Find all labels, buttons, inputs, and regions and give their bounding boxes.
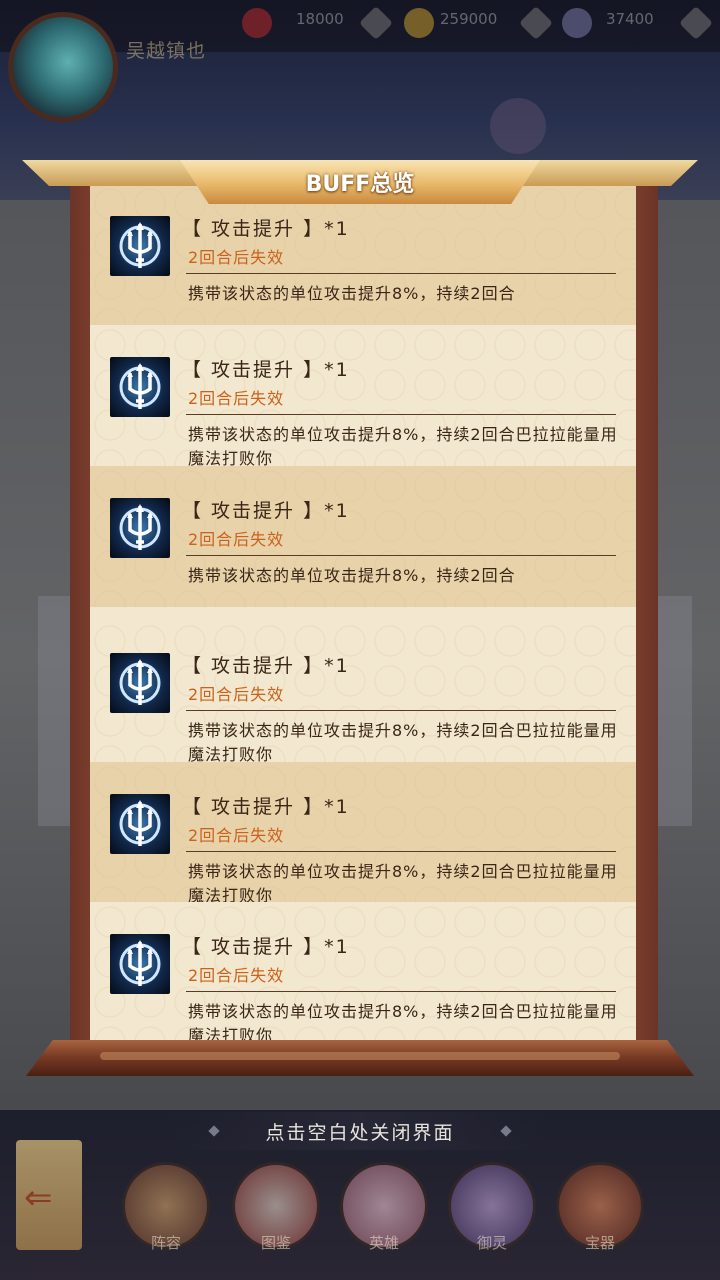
stamina-value: 18000 [296,10,344,28]
panel-title: BUFF总览 [305,172,415,197]
player-avatar[interactable] [8,12,118,122]
buff-description: 携带该状态的单位攻击提升8%，持续2回合巴拉拉能量用魔法打败你 [188,1002,618,1040]
gold-value: 259000 [440,10,498,28]
scroll-bottom-highlight [100,1052,620,1060]
buff-description: 携带该状态的单位攻击提升8%，持续2回合巴拉拉能量用魔法打败你 [188,425,618,468]
buff-duration: 2回合后失效 [188,685,285,704]
buff-name: 【 攻击提升 】*1 [182,655,350,677]
buff-name: 【 攻击提升 】*1 [182,218,350,240]
divider [186,414,616,415]
divider [186,555,616,556]
divider [186,991,616,992]
divider [186,273,616,274]
gem-value: 37400 [606,10,654,28]
buff-description: 携带该状态的单位攻击提升8%，持续2回合 [188,566,516,585]
buff-duration: 2回合后失效 [188,389,285,408]
divider [186,710,616,711]
trident-icon [110,498,170,558]
trident-icon [110,357,170,417]
buff-entry: 【 攻击提升 】*1 2回合后失效 携带该状态的单位攻击提升8%，持续2回合巴拉… [90,762,636,905]
buff-duration: 2回合后失效 [188,248,285,267]
buff-description: 携带该状态的单位攻击提升8%，持续2回合巴拉拉能量用魔法打败你 [188,721,618,764]
trident-icon [110,653,170,713]
buff-description: 携带该状态的单位攻击提升8%，持续2回合巴拉拉能量用魔法打败你 [188,862,618,905]
buff-duration: 2回合后失效 [188,530,285,549]
buff-description: 携带该状态的单位攻击提升8%，持续2回合 [188,284,516,303]
buff-duration: 2回合后失效 [188,826,285,845]
nav-spirit-label: 御灵 [476,1234,507,1252]
buff-name: 【 攻击提升 】*1 [182,359,350,381]
background-window-right [652,596,692,826]
nav-codex-label: 图鉴 [260,1234,291,1252]
trident-icon [110,216,170,276]
nav-lineup-label: 阵容 [150,1234,181,1252]
gold-icon [404,8,434,38]
buff-name: 【 攻击提升 】*1 [182,500,350,522]
nav-hero-label: 英雄 [368,1234,399,1252]
buff-name: 【 攻击提升 】*1 [182,796,350,818]
back-arrow-icon: ⇐ [24,1178,53,1218]
nav-treasure-label: 宝器 [584,1234,615,1252]
divider [186,851,616,852]
player-name: 吴越镇也 [126,40,207,62]
buff-list[interactable]: 【 攻击提升 】*1 2回合后失效 携带该状态的单位攻击提升8%，持续2回合 【… [90,184,636,1040]
buff-entry: 【 攻击提升 】*1 2回合后失效 携带该状态的单位攻击提升8%，持续2回合 [90,466,636,607]
trident-icon [110,934,170,994]
buff-duration: 2回合后失效 [188,966,285,985]
gem-icon [562,8,592,38]
buff-entry: 【 攻击提升 】*1 2回合后失效 携带该状态的单位攻击提升8%，持续2回合巴拉… [90,621,636,764]
buff-entry: 【 攻击提升 】*1 2回合后失效 携带该状态的单位攻击提升8%，持续2回合 [90,184,636,325]
stamina-icon [242,8,272,38]
buff-entry: 【 攻击提升 】*1 2回合后失效 携带该状态的单位攻击提升8%，持续2回合巴拉… [90,902,636,1040]
moon-decoration [490,98,546,154]
buff-name: 【 攻击提升 】*1 [182,936,350,958]
trident-icon [110,794,170,854]
buff-entry: 【 攻击提升 】*1 2回合后失效 携带该状态的单位攻击提升8%，持续2回合巴拉… [90,325,636,468]
close-hint-text: 点击空白处关闭界面 [265,1122,455,1144]
